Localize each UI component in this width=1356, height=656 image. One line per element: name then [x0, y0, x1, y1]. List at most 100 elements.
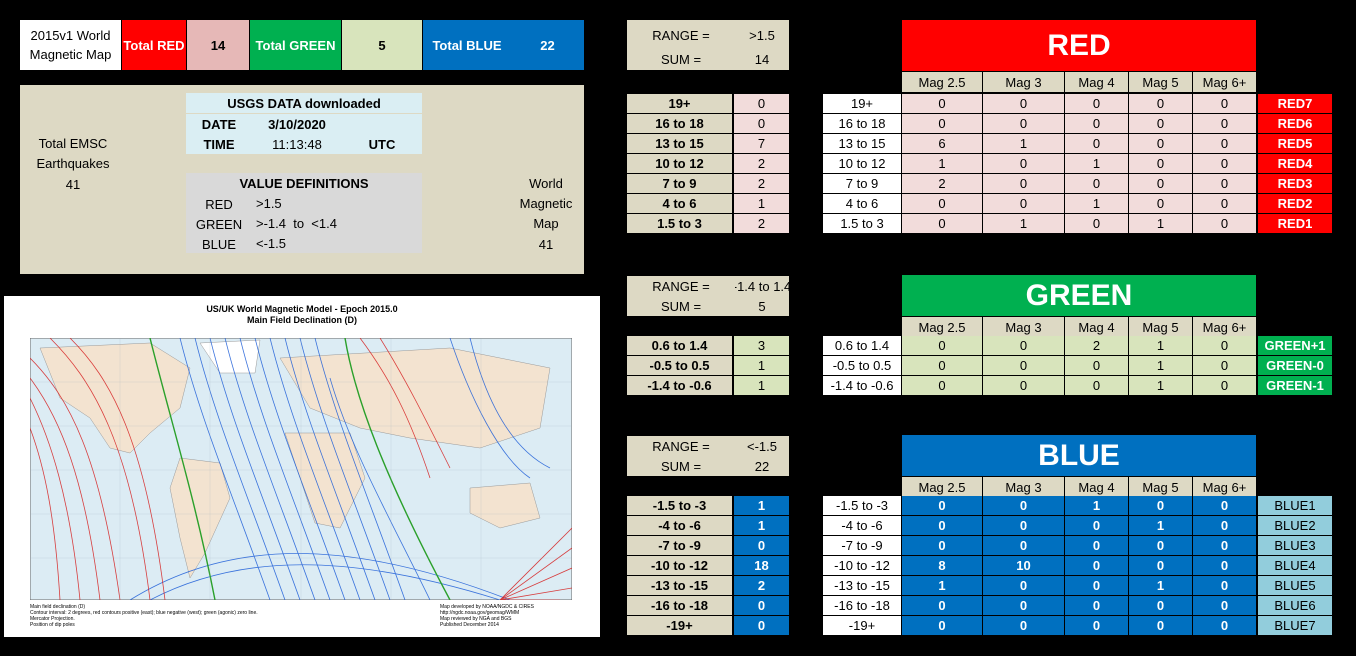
blue-mag-cell: 0 — [1129, 536, 1192, 555]
blue-row-tag: BLUE4 — [1258, 556, 1332, 575]
red-mag-header: Mag 2.5 — [902, 72, 982, 92]
blue-mag-header: Mag 4 — [1065, 477, 1128, 497]
red-row-tag: RED6 — [1258, 114, 1332, 133]
red-mag-cell: 1 — [1065, 194, 1128, 213]
red-row-count: 7 — [734, 134, 789, 153]
blue-mag-cell: 0 — [1193, 576, 1256, 595]
green-mag-cell: 0 — [902, 376, 982, 395]
green-row-count: 3 — [734, 336, 789, 355]
blue-mag-cell: 0 — [1193, 536, 1256, 555]
map-footer-right: Map developed by NOAA/NGDC & CIRES http:… — [440, 604, 534, 628]
blue-mag-cell: 0 — [1129, 556, 1192, 575]
blue-sum-value: 22 — [754, 458, 770, 474]
blue-mag-cell: 0 — [1065, 556, 1128, 575]
map-title-1: US/UK World Magnetic Model - Epoch 2015.… — [206, 304, 398, 314]
blue-row-range-label: -4 to -6 — [823, 516, 901, 535]
blue-mag-cell: 0 — [1193, 556, 1256, 575]
blue-mag-cell: 0 — [902, 616, 982, 635]
green-row-range: 0.6 to 1.4 — [627, 336, 732, 355]
blue-row-count: 0 — [734, 596, 789, 615]
red-row-range-label: 10 to 12 — [823, 154, 901, 173]
red-row-range-label: 7 to 9 — [823, 174, 901, 193]
red-mag-cell: 0 — [983, 94, 1064, 113]
green-row-range-label: 0.6 to 1.4 — [823, 336, 901, 355]
green-mag-header: Mag 6+ — [1193, 317, 1256, 337]
blue-row-range-label: -13 to -15 — [823, 576, 901, 595]
red-mag-cell: 0 — [1129, 194, 1192, 213]
red-mag-cell: 0 — [1193, 94, 1256, 113]
def-green-value: >-1.4 to <1.4 — [256, 216, 337, 231]
green-mag-header: Mag 3 — [983, 317, 1064, 337]
red-mag-cell: 0 — [1129, 114, 1192, 133]
green-row-tag: GREEN+1 — [1258, 336, 1332, 355]
green-row-tag: GREEN-0 — [1258, 356, 1332, 375]
usgs-header: USGS DATA downloaded — [186, 93, 422, 113]
red-row-count: 2 — [734, 174, 789, 193]
blue-mag-cell: 0 — [983, 496, 1064, 515]
red-mag-cell: 1 — [983, 134, 1064, 153]
blue-mag-cell: 0 — [902, 536, 982, 555]
declination-map: US/UK World Magnetic Model - Epoch 2015.… — [4, 296, 600, 637]
red-mag-cell: 0 — [983, 174, 1064, 193]
red-range-value: >1.5 — [749, 27, 775, 43]
red-row-tag: RED2 — [1258, 194, 1332, 213]
red-mag-cell: 0 — [1065, 114, 1128, 133]
red-mag-cell: 0 — [983, 114, 1064, 133]
date-value: 3/10/2020 — [268, 116, 326, 132]
green-mag-cell: 1 — [1129, 356, 1192, 375]
timezone: UTC — [368, 136, 396, 152]
blue-mag-cell: 0 — [1065, 596, 1128, 615]
declination-map-graphic — [30, 338, 572, 600]
total-red-value: 14 — [187, 20, 249, 70]
time-value: 11:13:48 — [272, 136, 322, 152]
green-mag-cell: 2 — [1065, 336, 1128, 355]
blue-row-range: -1.5 to -3 — [627, 496, 732, 515]
red-mag-cell: 0 — [902, 214, 982, 233]
red-row-range: 16 to 18 — [627, 114, 732, 133]
red-banner: RED — [902, 20, 1256, 71]
total-emsc-value: 41 — [65, 176, 81, 192]
red-range-label: RANGE = — [652, 27, 710, 43]
red-row-tag: RED5 — [1258, 134, 1332, 153]
green-mag-cell: 0 — [1193, 356, 1256, 375]
blue-row-range: -16 to -18 — [627, 596, 732, 615]
red-row-range-label: 16 to 18 — [823, 114, 901, 133]
red-row-tag: RED3 — [1258, 174, 1332, 193]
blue-mag-cell: 1 — [1129, 576, 1192, 595]
red-row-count: 0 — [734, 94, 789, 113]
world-map-value: 41 — [538, 236, 554, 252]
blue-mag-cell: 0 — [983, 616, 1064, 635]
blue-row-range: -7 to -9 — [627, 536, 732, 555]
blue-mag-header: Mag 2.5 — [902, 477, 982, 497]
red-mag-cell: 6 — [902, 134, 982, 153]
red-mag-cell: 0 — [1193, 114, 1256, 133]
red-row-tag: RED4 — [1258, 154, 1332, 173]
report-title: 2015v1 World Magnetic Map — [20, 20, 121, 70]
green-mag-cell: 0 — [983, 356, 1064, 375]
red-mag-header: Mag 5 — [1129, 72, 1192, 92]
red-mag-cell: 1 — [983, 214, 1064, 233]
red-mag-cell: 0 — [983, 154, 1064, 173]
red-mag-cell: 0 — [983, 194, 1064, 213]
total-blue-label: Total BLUE — [423, 20, 511, 70]
blue-row-range: -10 to -12 — [627, 556, 732, 575]
defs-header: VALUE DEFINITIONS — [239, 175, 369, 191]
red-row-range: 7 to 9 — [627, 174, 732, 193]
blue-mag-cell: 0 — [1065, 516, 1128, 535]
blue-row-range: -4 to -6 — [627, 516, 732, 535]
blue-row-range-label: -7 to -9 — [823, 536, 901, 555]
date-label: DATE — [201, 116, 237, 132]
red-mag-cell: 0 — [1193, 154, 1256, 173]
red-mag-header: Mag 6+ — [1193, 72, 1256, 92]
blue-mag-cell: 0 — [983, 576, 1064, 595]
red-row-range-label: 19+ — [823, 94, 901, 113]
blue-mag-cell: 0 — [1065, 616, 1128, 635]
blue-row-count: 0 — [734, 536, 789, 555]
green-mag-cell: 1 — [1129, 376, 1192, 395]
green-mag-header: Mag 5 — [1129, 317, 1192, 337]
red-row-range-label: 4 to 6 — [823, 194, 901, 213]
blue-mag-cell: 0 — [1129, 496, 1192, 515]
total-red-label: Total RED — [122, 20, 186, 70]
blue-mag-cell: 0 — [1193, 596, 1256, 615]
red-mag-cell: 0 — [1129, 94, 1192, 113]
